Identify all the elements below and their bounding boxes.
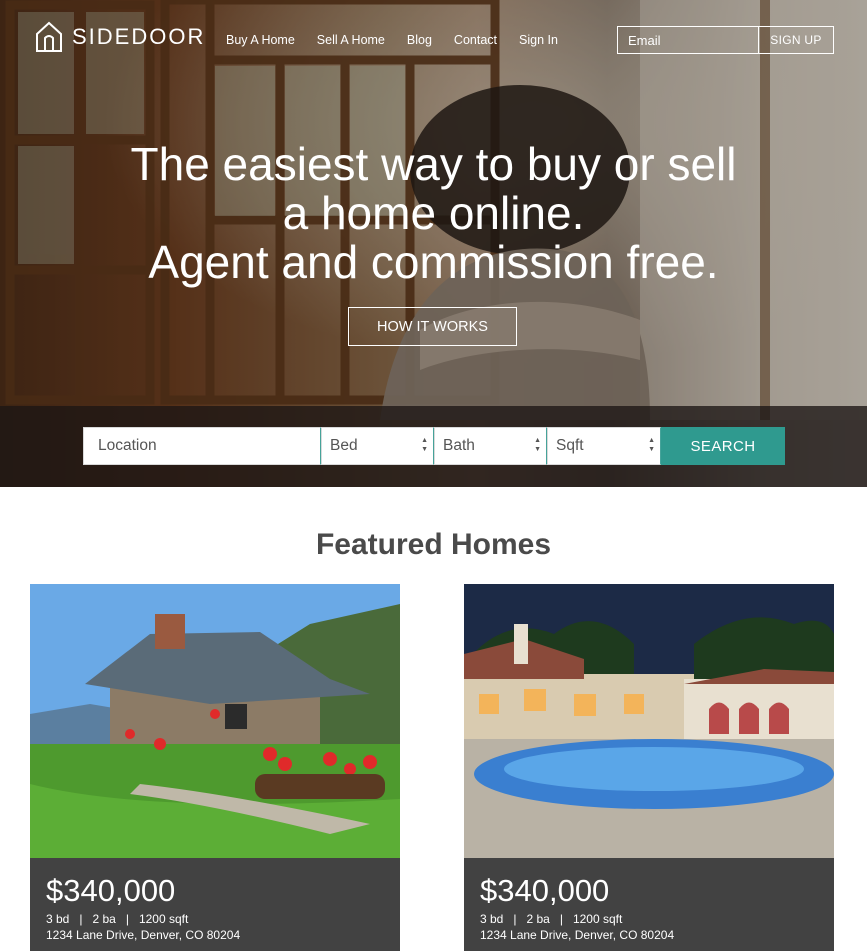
listing-specs: 3 bd | 2 ba | 1200 sqft xyxy=(46,912,189,926)
main-nav: Buy A Home Sell A Home Blog Contact Sign… xyxy=(226,33,580,47)
sqft-label: Sqft xyxy=(556,437,584,454)
bed-label: Bed xyxy=(330,437,358,454)
sign-up-button[interactable]: SIGN UP xyxy=(759,27,833,53)
featured-homes-title: Featured Homes xyxy=(315,528,552,561)
headline-line-1: The easiest way to buy or sell xyxy=(130,138,737,190)
sqft-stepper[interactable]: Sqft ▲ ▼ xyxy=(547,427,661,465)
brand-logo[interactable]: SIDEDOOR xyxy=(34,20,205,54)
sqft-spinner-icon[interactable]: ▲ ▼ xyxy=(648,436,655,454)
listing-price: $340,000 xyxy=(480,873,610,908)
location-input[interactable]: Location xyxy=(83,427,321,465)
listing-card[interactable]: $340,000 3 bd | 2 ba | 1200 sqft 1234 La… xyxy=(464,584,834,951)
nav-contact[interactable]: Contact xyxy=(454,33,497,47)
location-placeholder: Location xyxy=(98,437,157,454)
house-icon xyxy=(36,21,62,52)
bed-spinner-icon[interactable]: ▲ ▼ xyxy=(421,436,428,454)
listing-photo-pool-villa[interactable] xyxy=(464,584,834,858)
bath-label: Bath xyxy=(443,437,475,454)
listing-address: 1234 Lane Drive, Denver, CO 80204 xyxy=(46,928,241,942)
email-field[interactable] xyxy=(618,27,759,53)
listing-photo-stone-cottage[interactable] xyxy=(30,584,400,858)
signup-form: SIGN UP xyxy=(617,26,834,54)
pool-villa-image xyxy=(464,584,834,858)
bath-stepper[interactable]: Bath ▲ ▼ xyxy=(434,427,547,465)
nav-sign-in[interactable]: Sign In xyxy=(519,33,558,47)
headline-line-3: Agent and commission free. xyxy=(148,236,719,288)
listing-price: $340,000 xyxy=(46,873,176,908)
listing-info: $340,000 3 bd | 2 ba | 1200 sqft 1234 La… xyxy=(30,858,400,951)
listing-specs: 3 bd | 2 ba | 1200 sqft xyxy=(480,912,623,926)
stone-cottage-image xyxy=(30,584,400,858)
how-it-works-button[interactable]: HOW IT WORKS xyxy=(348,307,517,346)
nav-blog[interactable]: Blog xyxy=(407,33,432,47)
headline-line-2: a home online. xyxy=(282,187,585,239)
nav-sell-a-home[interactable]: Sell A Home xyxy=(317,33,385,47)
bath-spinner-icon[interactable]: ▲ ▼ xyxy=(534,436,541,454)
nav-buy-a-home[interactable]: Buy A Home xyxy=(226,33,295,47)
hero-headline: The easiest way to buy or sell a home on… xyxy=(0,140,867,287)
listing-info: $340,000 3 bd | 2 ba | 1200 sqft 1234 La… xyxy=(464,858,834,951)
brand-name: SIDEDOOR xyxy=(72,24,206,49)
bed-stepper[interactable]: Bed ▲ ▼ xyxy=(321,427,434,465)
listing-address: 1234 Lane Drive, Denver, CO 80204 xyxy=(480,928,675,942)
listing-card[interactable]: $340,000 3 bd | 2 ba | 1200 sqft 1234 La… xyxy=(30,584,400,951)
search-bar: Location Bed ▲ ▼ Bath ▲ ▼ Sqft ▲ ▼ SEARCH xyxy=(83,427,785,465)
search-button[interactable]: SEARCH xyxy=(661,427,785,465)
